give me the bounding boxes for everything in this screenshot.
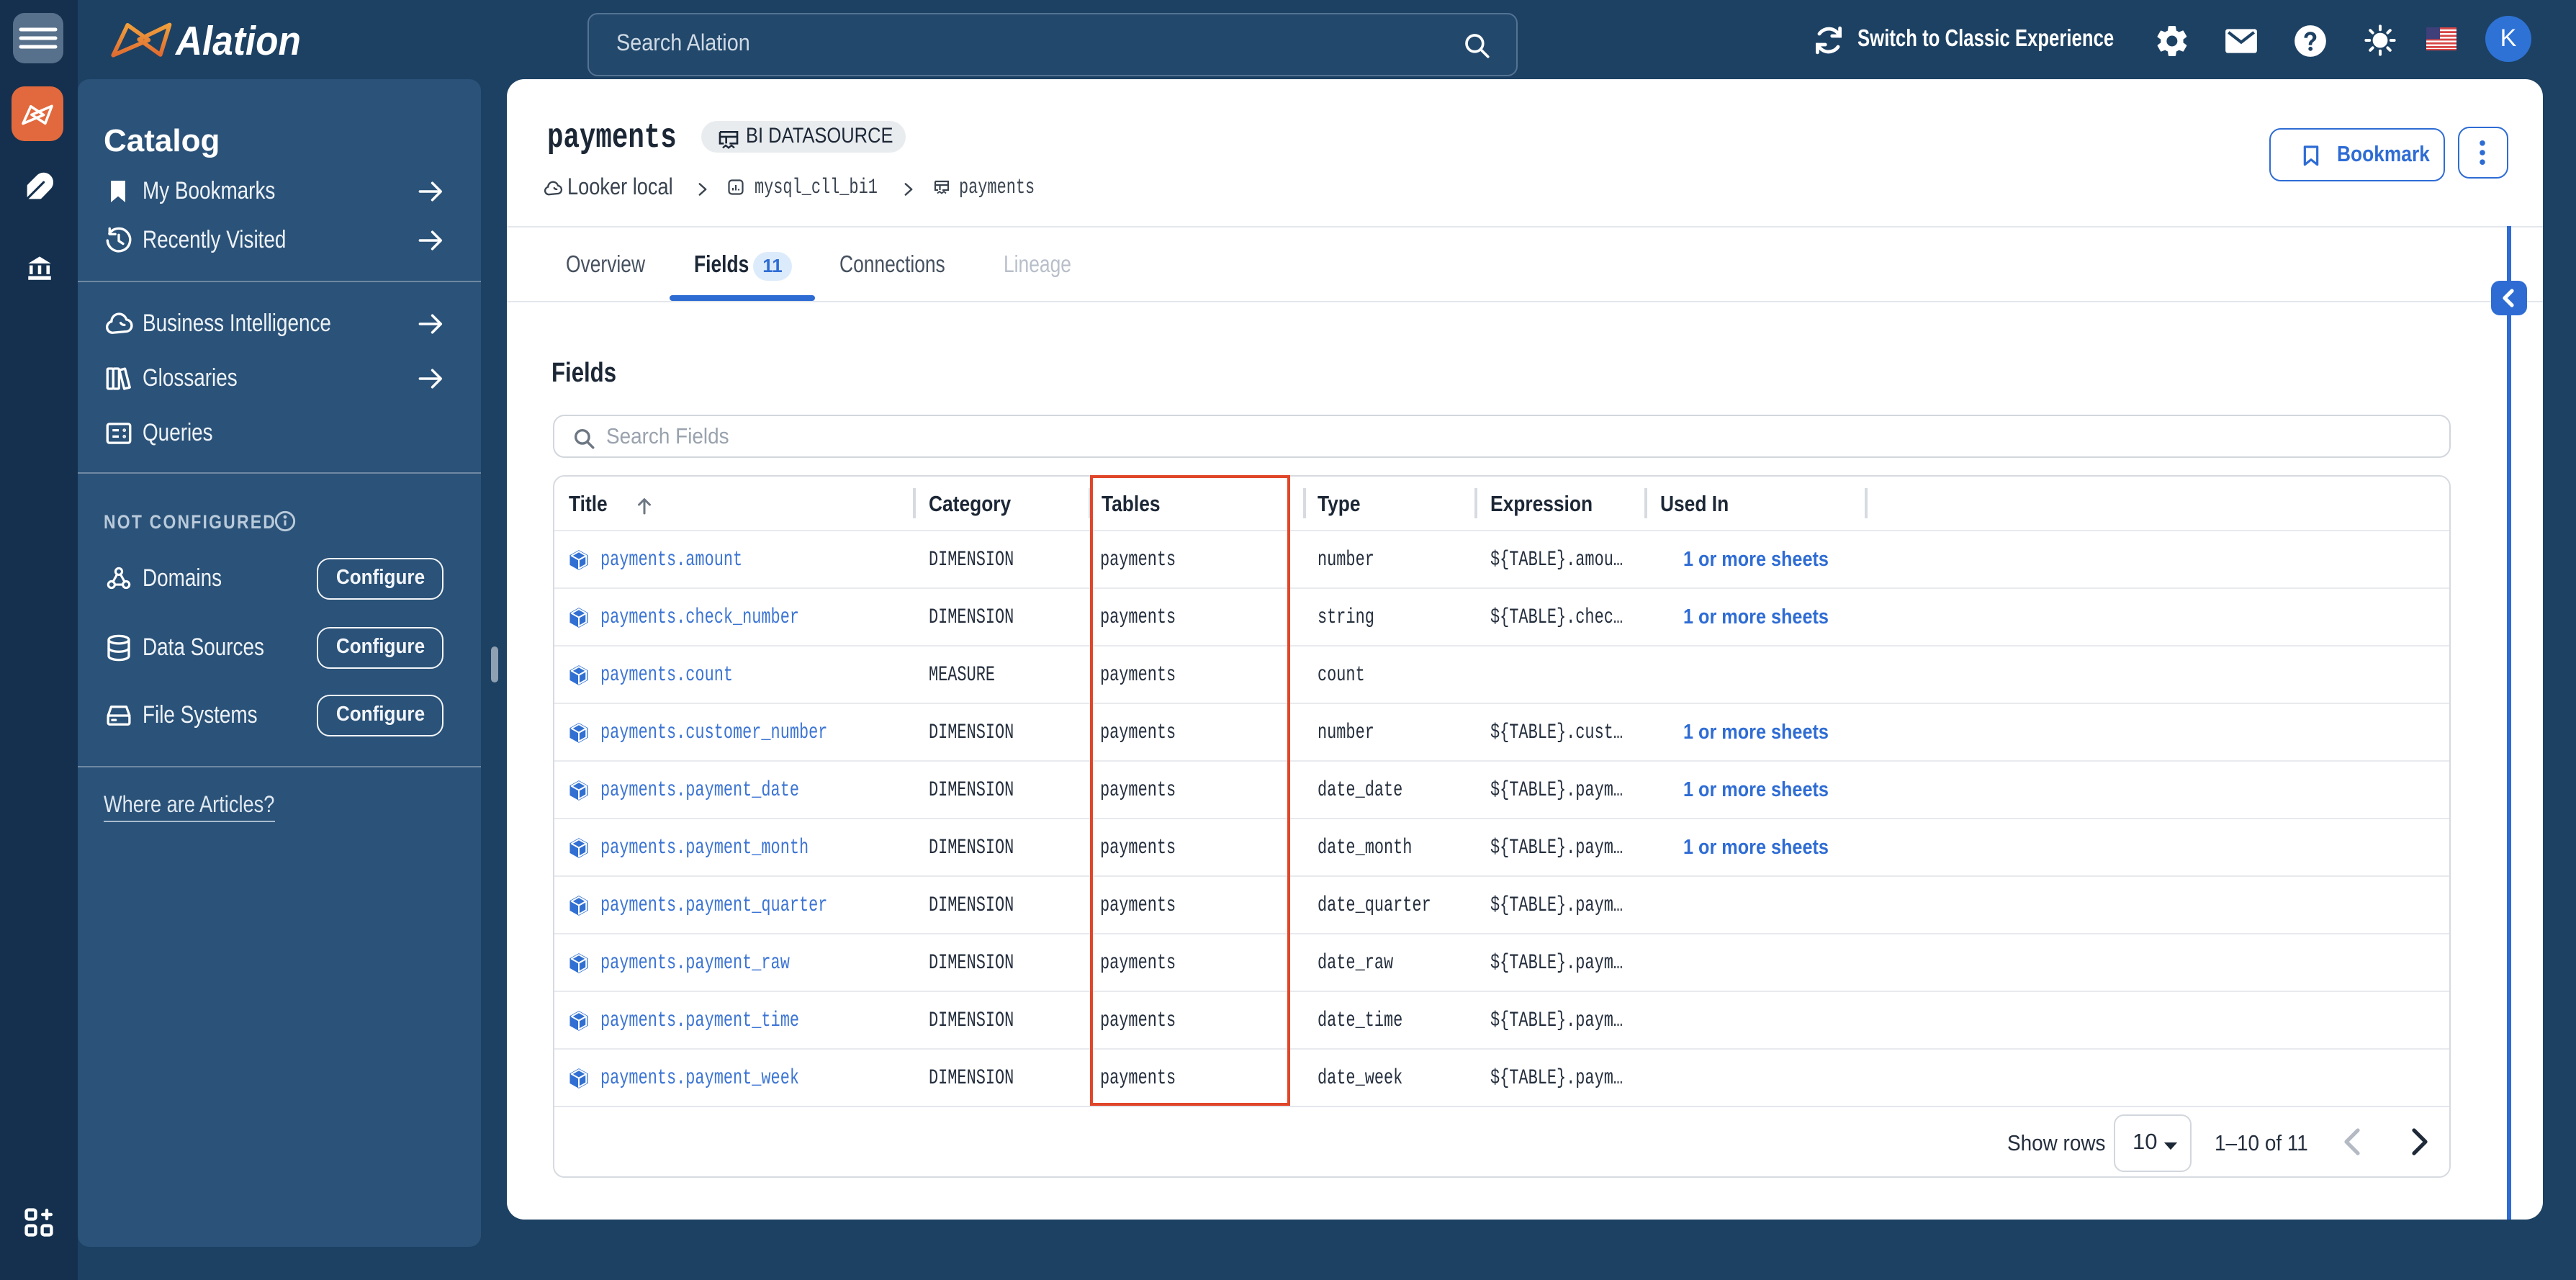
svg-text:Alation: Alation — [174, 19, 301, 62]
